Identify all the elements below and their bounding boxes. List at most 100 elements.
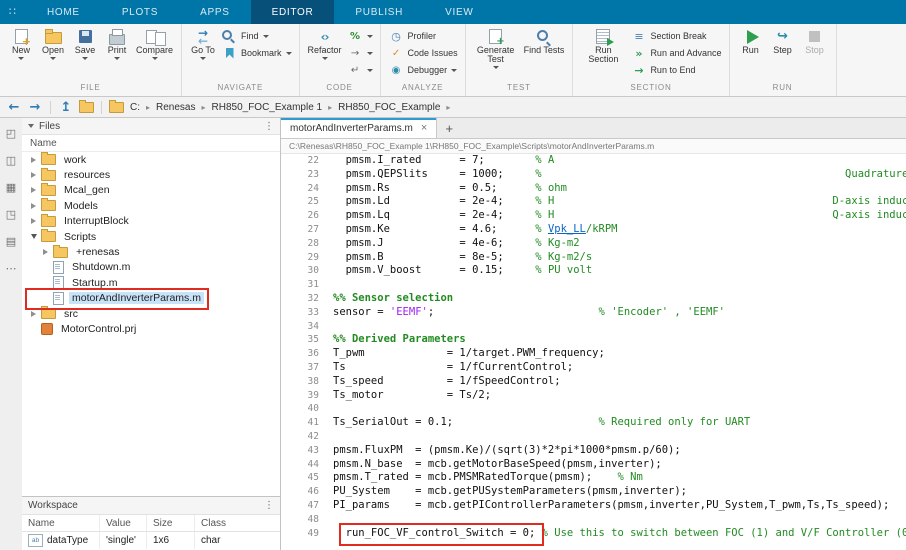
panel-menu-icon[interactable] [264, 121, 274, 132]
line-number[interactable]: 33 [281, 306, 319, 320]
comment-button[interactable] [348, 29, 373, 43]
run-and-advance-button[interactable]: Run and Advance [631, 46, 721, 60]
find-tests-button[interactable]: Find Tests [521, 25, 568, 55]
run-section-button[interactable]: Run Section [578, 25, 628, 64]
line-number[interactable]: 49 [281, 527, 319, 541]
debugger-button[interactable]: Debugger [389, 63, 458, 77]
list-panel-icon[interactable]: ▤ [4, 234, 18, 248]
toolstrip-tab-plots[interactable]: PLOTS [101, 0, 179, 24]
breadcrumb-item-c[interactable]: C: [130, 102, 140, 113]
close-icon[interactable] [421, 123, 427, 134]
line-number[interactable]: 40 [281, 402, 319, 416]
up-one-level-icon[interactable] [58, 99, 74, 115]
stop-button[interactable]: Stop [799, 25, 831, 55]
step-button[interactable]: Step [767, 25, 799, 55]
go-to-button[interactable]: Go To [187, 25, 219, 60]
browse-folder-icon[interactable] [79, 102, 94, 113]
section-break-button[interactable]: Section Break [631, 29, 721, 43]
tree-item-mcal-gen[interactable]: Mcal_gen [22, 183, 280, 198]
tree-item-src[interactable]: src [22, 306, 280, 321]
refactor-button[interactable]: Refactor [305, 25, 345, 60]
line-number[interactable]: 27 [281, 223, 319, 237]
line-number[interactable]: 48 [281, 513, 319, 527]
workspace-column-name[interactable]: Name [22, 515, 100, 531]
tree-item-resources[interactable]: resources [22, 167, 280, 182]
tree-item-shutdown-m[interactable]: Shutdown.m [22, 260, 280, 275]
line-number[interactable]: 46 [281, 485, 319, 499]
line-number[interactable]: 44 [281, 458, 319, 472]
code-issues-button[interactable]: Code Issues [389, 46, 458, 60]
generate-test-button[interactable]: Generate Test [471, 25, 521, 69]
grid-panel-icon[interactable]: ▦ [4, 180, 18, 194]
save-button[interactable]: Save [69, 25, 101, 60]
collapse-arrow-icon[interactable] [31, 234, 37, 239]
tree-item-interruptblock[interactable]: InterruptBlock [22, 214, 280, 229]
breadcrumb-item-renesas[interactable]: Renesas [156, 102, 195, 113]
toolstrip-tab-editor[interactable]: EDITOR [251, 0, 335, 24]
line-number[interactable]: 41 [281, 416, 319, 430]
compare-button[interactable]: Compare [133, 25, 176, 60]
back-icon[interactable] [6, 99, 22, 115]
toolstrip-tab-publish[interactable]: PUBLISH [334, 0, 424, 24]
expand-arrow-icon[interactable] [43, 249, 48, 255]
tree-item-renesas[interactable]: +renesas [22, 244, 280, 259]
new-tab-button[interactable] [437, 118, 461, 138]
forward-icon[interactable] [27, 99, 43, 115]
line-number[interactable]: 25 [281, 195, 319, 209]
print-button[interactable]: Print [101, 25, 133, 60]
split-panel-icon[interactable]: ◫ [4, 153, 18, 167]
line-number[interactable]: 32 [281, 292, 319, 306]
line-number[interactable]: 35 [281, 333, 319, 347]
line-number[interactable]: 47 [281, 499, 319, 513]
toolstrip-tab-apps[interactable]: APPS [179, 0, 250, 24]
indent-button[interactable] [348, 46, 373, 60]
toolstrip-tab-home[interactable]: HOME [26, 0, 101, 24]
line-number[interactable]: 38 [281, 375, 319, 389]
tree-item-scripts[interactable]: Scripts [22, 229, 280, 244]
line-number[interactable]: 30 [281, 264, 319, 278]
line-number[interactable]: 26 [281, 209, 319, 223]
line-number[interactable]: 36 [281, 347, 319, 361]
toolstrip-tab-view[interactable]: VIEW [424, 0, 494, 24]
expand-arrow-icon[interactable] [31, 311, 36, 317]
expand-arrow-icon[interactable] [31, 157, 36, 163]
tree-item-work[interactable]: work [22, 152, 280, 167]
panel-menu-icon[interactable] [264, 500, 274, 511]
open-button[interactable]: Open [37, 25, 69, 60]
workspace-column-class[interactable]: Class [195, 515, 280, 531]
line-number[interactable]: 43 [281, 444, 319, 458]
line-number[interactable]: 37 [281, 361, 319, 375]
workspace-column-value[interactable]: Value [100, 515, 147, 531]
run-button[interactable]: Run [735, 25, 767, 55]
more-icon[interactable]: ⋯ [4, 261, 18, 275]
line-number[interactable]: 31 [281, 278, 319, 292]
expand-arrow-icon[interactable] [31, 203, 36, 209]
line-number[interactable]: 39 [281, 389, 319, 403]
tree-item-motorcontrol-prj[interactable]: MotorControl.prj [22, 321, 280, 336]
collapse-chevron-icon[interactable] [28, 124, 34, 128]
workspace-row-datatype[interactable]: dataType'single'1x6char [22, 532, 280, 549]
files-name-column-header[interactable]: Name [22, 135, 280, 152]
expand-arrow-icon[interactable] [31, 172, 36, 178]
tree-item-models[interactable]: Models [22, 198, 280, 213]
code-area[interactable]: 22 pmsm.I_rated = 7; % A23 pmsm.QEPSlits… [281, 154, 906, 550]
wrap-button[interactable] [348, 63, 373, 77]
expand-arrow-icon[interactable] [31, 218, 36, 224]
line-number[interactable]: 29 [281, 251, 319, 265]
line-number[interactable]: 28 [281, 237, 319, 251]
breadcrumb-item-rh850-foc-example-1[interactable]: RH850_FOC_Example 1 [212, 102, 323, 113]
window-panel-icon[interactable]: ◳ [4, 207, 18, 221]
tree-item-startup-m[interactable]: Startup.m [22, 275, 280, 290]
workspace-column-size[interactable]: Size [147, 515, 195, 531]
find-button[interactable]: Find [222, 29, 292, 43]
line-number[interactable]: 23 [281, 168, 319, 182]
profiler-button[interactable]: Profiler [389, 29, 458, 43]
line-number[interactable]: 22 [281, 154, 319, 168]
bookmark-button[interactable]: Bookmark [222, 46, 292, 60]
line-number[interactable]: 24 [281, 182, 319, 196]
line-number[interactable]: 45 [281, 471, 319, 485]
new-button[interactable]: New [5, 25, 37, 60]
desktop-panel-icon[interactable]: ◰ [4, 126, 18, 140]
expand-arrow-icon[interactable] [31, 187, 36, 193]
line-number[interactable]: 42 [281, 430, 319, 444]
